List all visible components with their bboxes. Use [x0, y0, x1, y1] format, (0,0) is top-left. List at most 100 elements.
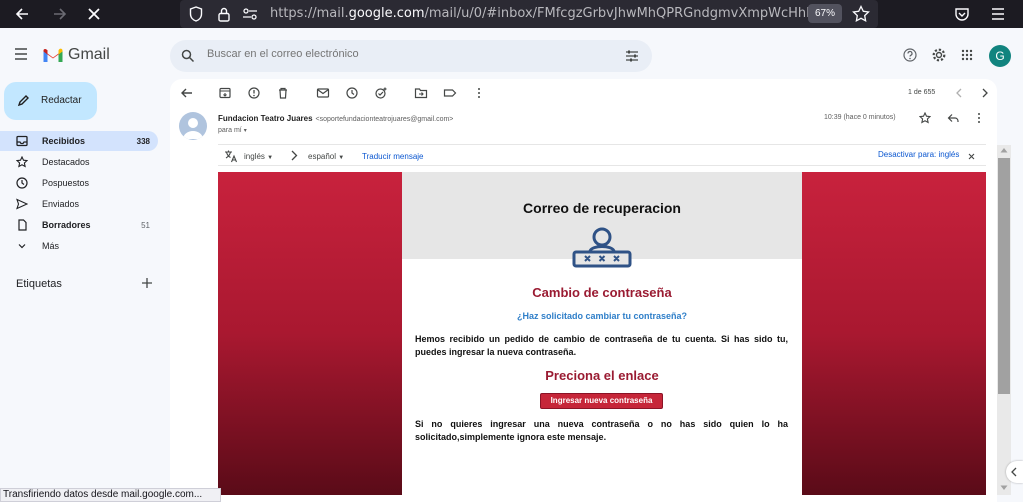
- address-bar[interactable]: https://mail.google.com/mail/u/0/#inbox/…: [180, 0, 878, 28]
- chevron-right-icon: [290, 150, 298, 161]
- search-options-icon[interactable]: [625, 50, 639, 62]
- chevron-down-icon: ▾: [243, 128, 247, 134]
- email-paragraph: Hemos recibido un pedido de cambio de co…: [415, 334, 788, 357]
- add-label-icon[interactable]: [141, 277, 153, 289]
- nav-label: Borradores: [42, 220, 91, 230]
- pocket-icon[interactable]: [952, 4, 972, 24]
- labels-heading: Etiquetas: [16, 278, 62, 290]
- close-icon[interactable]: [968, 153, 975, 160]
- email-paragraph: Si no quieres ingresar una nueva contras…: [415, 419, 788, 442]
- back-arrow-icon[interactable]: [12, 4, 32, 24]
- pencil-icon: [17, 94, 30, 107]
- right-red-banner: [802, 172, 986, 495]
- email-body: Correo de recuperacion Cambio de contras…: [218, 172, 986, 495]
- email-title: Correo de recuperacion: [523, 200, 681, 216]
- search-box[interactable]: [170, 40, 652, 72]
- settings-gear-icon[interactable]: [932, 48, 946, 62]
- clock-icon: [16, 177, 28, 189]
- translate-icon: [224, 149, 238, 163]
- nav-count: 338: [136, 137, 150, 146]
- target-language-select[interactable]: español ▼: [308, 152, 344, 161]
- url-text[interactable]: https://mail.google.com/mail/u/0/#inbox/…: [270, 6, 817, 21]
- chevron-left-icon: [1011, 467, 1017, 477]
- browser-toolbar: https://mail.google.com/mail/u/0/#inbox/…: [0, 0, 1023, 28]
- lock-icon[interactable]: [214, 4, 234, 24]
- label-tag-icon[interactable]: [443, 86, 457, 100]
- compose-button[interactable]: Redactar: [4, 82, 97, 120]
- apps-grid-icon[interactable]: [961, 49, 973, 61]
- archive-icon[interactable]: [218, 86, 232, 100]
- next-message-icon[interactable]: [978, 86, 992, 100]
- nav-label: Pospuestos: [42, 178, 90, 188]
- chevron-down-icon: [18, 244, 26, 249]
- nav-label: Más: [42, 241, 60, 251]
- nav-item-inbox[interactable]: Recibidos 338: [0, 131, 158, 151]
- nav-item-more[interactable]: Más: [0, 236, 158, 256]
- compose-label: Redactar: [41, 95, 82, 106]
- message-time: 10:39 (hace 0 minutos): [824, 114, 896, 121]
- dropdown-caret-icon: ▼: [267, 155, 274, 161]
- email-question: ¿Haz solicitado cambiar tu contraseña?: [516, 311, 688, 321]
- nav-item-snoozed[interactable]: Pospuestos: [0, 173, 158, 193]
- mark-unread-icon[interactable]: [316, 86, 330, 100]
- sender-name[interactable]: Fundacion Teatro Juares <soportefundacion…: [218, 114, 453, 123]
- scroll-up-arrow-icon[interactable]: [999, 146, 1009, 154]
- nav-count: 51: [141, 221, 150, 230]
- nav-item-drafts[interactable]: Borradores 51: [0, 215, 158, 235]
- scrollbar-thumb[interactable]: [998, 158, 1010, 394]
- scroll-down-arrow-icon[interactable]: [999, 484, 1009, 492]
- source-language-select[interactable]: inglés ▼: [244, 152, 273, 161]
- shield-icon[interactable]: [186, 4, 206, 24]
- move-to-folder-icon[interactable]: [414, 86, 428, 100]
- nav-label: Recibidos: [42, 136, 86, 146]
- main-menu-icon[interactable]: [14, 48, 28, 60]
- more-options-icon[interactable]: [472, 86, 486, 100]
- side-panel-toggle[interactable]: [1006, 461, 1023, 483]
- report-spam-icon[interactable]: [247, 86, 261, 100]
- inbox-icon: [16, 135, 28, 147]
- gmail-brand: Gmail: [68, 46, 110, 63]
- sender-email: <soportefundacionteatrojuares@gmail.com>: [315, 116, 454, 123]
- send-icon: [16, 198, 28, 210]
- bookmark-star-icon[interactable]: [851, 4, 871, 24]
- status-bar: Transfiriendo datos desde mail.google.co…: [0, 488, 221, 502]
- email-cta-heading: Preciona el enlace: [545, 368, 659, 383]
- nav-label: Enviados: [42, 199, 80, 209]
- nav-label: Destacados: [42, 157, 90, 167]
- translate-message-link[interactable]: Traducir mensaje: [362, 152, 424, 161]
- search-icon[interactable]: [181, 49, 195, 63]
- forward-arrow-icon[interactable]: [50, 4, 70, 24]
- gmail-logo-icon[interactable]: [42, 47, 64, 64]
- menu-hamburger-icon[interactable]: [988, 4, 1008, 24]
- reply-icon[interactable]: [947, 112, 959, 124]
- stop-loading-icon[interactable]: [84, 4, 104, 24]
- user-password-icon: [571, 225, 633, 269]
- back-to-inbox-icon[interactable]: [180, 86, 194, 100]
- search-input[interactable]: [207, 48, 607, 60]
- add-task-icon[interactable]: [374, 86, 388, 100]
- email-card: Correo de recuperacion Cambio de contras…: [402, 172, 802, 495]
- email-subtitle: Cambio de contraseña: [532, 285, 672, 300]
- snooze-clock-icon[interactable]: [345, 86, 359, 100]
- account-avatar[interactable]: G: [989, 45, 1011, 67]
- draft-icon: [18, 219, 27, 231]
- help-icon[interactable]: [903, 48, 917, 62]
- nav-item-starred[interactable]: Destacados: [0, 152, 158, 172]
- nav-item-sent[interactable]: Enviados: [0, 194, 158, 214]
- dropdown-caret-icon: ▼: [338, 155, 345, 161]
- star-message-icon[interactable]: [919, 112, 931, 124]
- translation-bar: inglés ▼ español ▼ Traducir mensaje Desa…: [218, 144, 986, 166]
- zoom-level-badge[interactable]: 67%: [808, 4, 842, 23]
- disable-translation-link[interactable]: Desactivar para: inglés: [878, 150, 959, 159]
- delete-trash-icon[interactable]: [276, 86, 290, 100]
- reset-password-button[interactable]: Ingresar nueva contraseña: [540, 393, 663, 409]
- pager-text: 1 de 655: [908, 89, 936, 96]
- star-icon: [16, 156, 28, 168]
- email-card-header: Correo de recuperacion: [402, 172, 802, 268]
- sender-avatar[interactable]: [179, 112, 207, 140]
- permissions-icon[interactable]: [240, 4, 260, 24]
- previous-message-icon[interactable]: [952, 86, 966, 100]
- left-red-banner: [218, 172, 402, 495]
- message-more-icon[interactable]: [973, 112, 985, 124]
- recipient-details[interactable]: para mí ▾: [218, 127, 247, 134]
